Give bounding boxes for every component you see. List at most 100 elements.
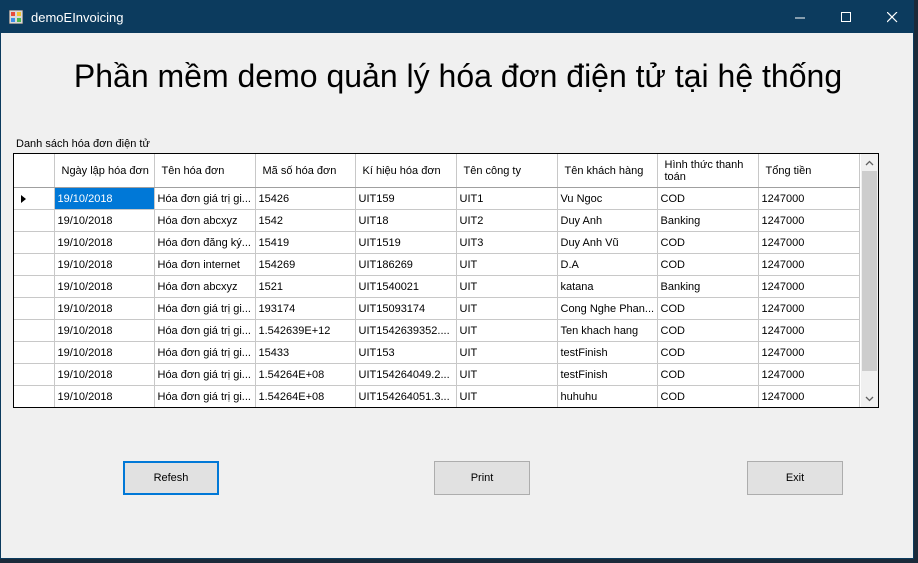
table-cell[interactable]: 15419 (255, 231, 356, 254)
table-cell[interactable]: 19/10/2018 (54, 187, 155, 210)
table-cell[interactable]: 19/10/2018 (54, 297, 155, 320)
table-row[interactable]: 19/10/2018 Hóa đơn internet 154269 UIT18626… (14, 253, 860, 276)
table-cell[interactable]: 193174 (255, 297, 356, 320)
table-cell[interactable]: Hóa đơn giá trị gi... (154, 319, 256, 342)
table-row[interactable]: 19/10/2018 Hóa đơn giá trị gi... 1.54264E+… (14, 385, 860, 407)
row-header[interactable] (14, 385, 55, 407)
table-cell[interactable]: COD (657, 231, 759, 254)
scroll-thumb[interactable] (862, 171, 877, 371)
table-cell[interactable]: Banking (657, 275, 759, 298)
refresh-button[interactable]: Refesh (123, 461, 219, 495)
table-cell[interactable]: Duy Anh Vũ (557, 231, 658, 254)
table-cell[interactable]: Hóa đơn đăng ký... (154, 231, 256, 254)
table-cell[interactable]: testFinish (557, 363, 658, 386)
table-cell[interactable]: 19/10/2018 (54, 363, 155, 386)
row-header[interactable] (14, 253, 55, 276)
table-cell[interactable]: Banking (657, 209, 759, 232)
table-cell[interactable]: COD (657, 341, 759, 364)
table-cell[interactable]: UIT (456, 253, 558, 276)
table-row[interactable]: 19/10/2018 Hóa đơn abcxyz 1521 UIT1540021 UI… (14, 275, 860, 298)
table-cell[interactable]: UIT1519 (355, 231, 457, 254)
table-cell[interactable]: COD (657, 319, 759, 342)
table-cell[interactable]: 1247000 (758, 297, 860, 320)
table-cell[interactable]: 1521 (255, 275, 356, 298)
row-header[interactable] (14, 363, 55, 386)
table-cell[interactable]: UIT (456, 319, 558, 342)
table-cell[interactable]: 1247000 (758, 187, 860, 210)
close-button[interactable] (869, 1, 915, 33)
table-cell[interactable]: COD (657, 297, 759, 320)
scroll-down-button[interactable] (861, 390, 878, 407)
table-cell[interactable]: Hóa đơn giá trị gi... (154, 187, 256, 210)
table-cell[interactable]: COD (657, 385, 759, 407)
table-cell[interactable]: UIT18 (355, 209, 457, 232)
table-cell[interactable]: 1.542639E+12 (255, 319, 356, 342)
table-cell[interactable]: 19/10/2018 (54, 341, 155, 364)
table-cell[interactable]: UIT1 (456, 187, 558, 210)
table-cell[interactable]: 154269 (255, 253, 356, 276)
table-cell[interactable]: Hóa đơn giá trị gi... (154, 363, 256, 386)
table-cell[interactable]: 15426 (255, 187, 356, 210)
table-cell[interactable]: Cong Nghe Phan... (557, 297, 658, 320)
minimize-button[interactable] (777, 1, 823, 33)
table-cell[interactable]: COD (657, 253, 759, 276)
table-row[interactable]: 19/10/2018 Hóa đơn giá trị gi... 15426 UIT1… (14, 187, 860, 210)
table-cell[interactable]: 1.54264E+08 (255, 385, 356, 407)
row-header[interactable] (14, 231, 55, 254)
column-header[interactable]: Tên công ty (456, 154, 558, 188)
table-row[interactable]: 19/10/2018 Hóa đơn abcxyz 1542 UIT18 UIT2 Duy… (14, 209, 860, 232)
table-cell[interactable]: Hóa đơn giá trị gi... (154, 341, 256, 364)
table-cell[interactable]: 19/10/2018 (54, 231, 155, 254)
table-cell[interactable]: 19/10/2018 (54, 253, 155, 276)
table-cell[interactable]: Vu Ngoc (557, 187, 658, 210)
table-cell[interactable]: UIT2 (456, 209, 558, 232)
table-cell[interactable]: UIT1542639352.... (355, 319, 457, 342)
exit-button[interactable]: Exit (747, 461, 843, 495)
table-row[interactable]: 19/10/2018 Hóa đơn đăng ký... 15419 UIT1519… (14, 231, 860, 254)
table-cell[interactable]: UIT1540021 (355, 275, 457, 298)
table-cell[interactable]: Ten khach hang (557, 319, 658, 342)
table-cell[interactable]: UIT154264049.2... (355, 363, 457, 386)
table-cell[interactable]: UIT (456, 297, 558, 320)
table-cell[interactable]: COD (657, 363, 759, 386)
table-cell[interactable]: UIT3 (456, 231, 558, 254)
table-cell[interactable]: 1247000 (758, 253, 860, 276)
table-row[interactable]: 19/10/2018 Hóa đơn giá trị gi... 193174 UIT… (14, 297, 860, 320)
column-header[interactable]: Kí hiệu hóa đơn (355, 154, 457, 188)
table-cell[interactable]: 1247000 (758, 209, 860, 232)
print-button[interactable]: Print (434, 461, 530, 495)
table-cell[interactable]: 19/10/2018 (54, 319, 155, 342)
table-cell[interactable]: UIT (456, 341, 558, 364)
table-cell[interactable]: Duy Anh (557, 209, 658, 232)
table-cell[interactable]: 1.54264E+08 (255, 363, 356, 386)
column-header[interactable]: Mã số hóa đơn (255, 154, 356, 188)
table-cell[interactable]: testFinish (557, 341, 658, 364)
table-cell[interactable]: UIT186269 (355, 253, 457, 276)
table-cell[interactable]: COD (657, 187, 759, 210)
table-cell[interactable]: 1247000 (758, 341, 860, 364)
table-cell[interactable]: UIT15093174 (355, 297, 457, 320)
scroll-up-button[interactable] (861, 154, 878, 171)
table-cell[interactable]: Hóa đơn giá trị gi... (154, 297, 256, 320)
table-cell[interactable]: UIT (456, 363, 558, 386)
maximize-button[interactable] (823, 1, 869, 33)
vertical-scrollbar[interactable] (861, 154, 878, 407)
row-header[interactable] (14, 319, 55, 342)
table-cell[interactable]: Hóa đơn giá trị gi... (154, 385, 256, 407)
table-cell[interactable]: UIT (456, 275, 558, 298)
column-header[interactable]: Tên khách hàng (557, 154, 658, 188)
table-cell[interactable]: Hóa đơn abcxyz (154, 275, 256, 298)
table-cell[interactable]: UIT154264051.3... (355, 385, 457, 407)
table-cell[interactable]: 1247000 (758, 275, 860, 298)
table-row[interactable]: 19/10/2018 Hóa đơn giá trị gi... 1.54264E+… (14, 363, 860, 386)
table-cell[interactable]: 1247000 (758, 363, 860, 386)
table-cell[interactable]: katana (557, 275, 658, 298)
table-cell[interactable]: 1247000 (758, 385, 860, 407)
table-row[interactable]: 19/10/2018 Hóa đơn giá trị gi... 15433 UIT 1… (14, 341, 860, 364)
row-header[interactable] (14, 341, 55, 364)
table-cell[interactable]: 15433 (255, 341, 356, 364)
title-bar[interactable]: demoEInvoicing (1, 1, 913, 33)
column-header[interactable]: Tổng tiền (758, 154, 860, 188)
table-cell[interactable]: 19/10/2018 (54, 209, 155, 232)
column-header[interactable]: Tên hóa đơn (154, 154, 256, 188)
